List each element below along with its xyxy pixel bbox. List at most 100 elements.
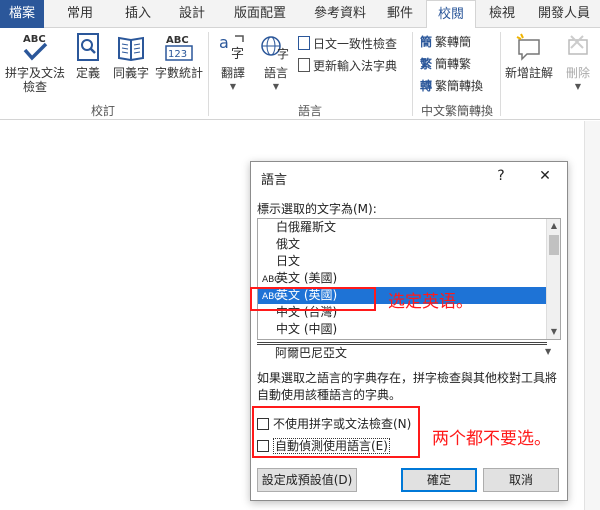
tab-home[interactable]: 常用 [58,0,102,28]
language-name: 英文 (美國) [276,271,338,285]
to-traditional-icon: 繁 [420,57,433,71]
tab-developer[interactable]: 開發人員 [530,0,598,28]
define-icon [70,30,106,66]
chinese-conversion-label: 繁簡轉換 [435,79,484,93]
language-name: 白俄羅斯文 [276,220,337,234]
tab-file[interactable]: 檔案 [0,0,44,28]
annotation-text-both-unchecked: 两个都不要选。 [432,429,551,449]
language-name: 阿爾巴尼亞文 [275,346,348,360]
list-item[interactable]: ABC英文 (美國) [258,270,546,287]
dialog-title: 語言 [261,173,288,188]
annotation-box-checkboxes [252,406,420,458]
group-label-proofing: 校訂 [90,104,115,118]
annotation-text-select-english: 选定英语。 [388,292,473,312]
ok-button[interactable]: 確定 [401,468,477,492]
thesaurus-button[interactable]: 同義字 [108,30,154,80]
word-count-num-text: 123 [168,49,187,60]
list-scrollbar[interactable]: ▲ ▼ [546,219,560,339]
ribbon-tab-bar: 檔案 常用 插入 設計 版面配置 參考資料 郵件 校閱 檢視 開發人員 [0,0,600,29]
spell-abc-text: ABC [23,34,46,45]
define-label: 定義 [75,66,100,80]
language-button[interactable]: 字 語言 ▼ [256,30,296,94]
svg-text:a: a [219,33,229,52]
spelling-grammar-label-1: 拼字及文法 [4,66,65,80]
dictionary-update-icon [298,58,310,72]
scroll-up-icon[interactable]: ▲ [547,219,560,233]
list-item[interactable]: 中文 (中國) [258,321,546,338]
language-name: 俄文 [276,237,301,251]
tab-references[interactable]: 參考資料 [306,0,374,28]
language-dropdown-icon[interactable]: ▼ [256,80,296,94]
group-label-chinese-conversion: 中文繁簡轉換 [420,104,493,118]
tab-insert[interactable]: 插入 [116,0,160,28]
group-label-language: 語言 [297,104,322,118]
description-line-2: 自動使用該種語言的字典。 [257,388,402,402]
delete-comment-label: 刪除 [565,66,590,80]
mark-language-prompt: 標示選取的文字為(M): [257,202,377,216]
chinese-conversion-button[interactable]: 轉繁簡轉換 [420,76,483,96]
thesaurus-label: 同義字 [112,66,149,80]
dictionary-description: 如果選取之語言的字典存在，拼字檢查與其他校對工具將 自動使用該種語言的字典。 [257,370,561,404]
new-comment-button[interactable]: 新增註解 [502,30,556,80]
language-name: 中文 (中國) [276,322,338,336]
tab-mailings[interactable]: 郵件 [380,0,420,28]
scroll-down-icon[interactable]: ▼ [547,325,560,339]
spelling-grammar-button[interactable]: ABC 拼字及文法 檢查 [2,30,68,94]
word-count-icon: ABC 123 [154,30,204,66]
tab-layout[interactable]: 版面配置 [226,0,294,28]
group-separator [412,32,413,116]
japanese-consistency-label: 日文一致性檢查 [313,37,398,51]
description-line-1: 如果選取之語言的字典存在，拼字檢查與其他校對工具將 [257,371,558,385]
list-item[interactable]: 阿爾巴尼亞文 [257,345,545,362]
tab-design[interactable]: 設計 [170,0,214,28]
define-button[interactable]: 定義 [70,30,106,80]
spelling-check-icon: ABC [2,30,68,66]
set-default-button[interactable]: 設定成預設值(D) [257,468,357,492]
cancel-button[interactable]: 取消 [483,468,559,492]
document-right-edge [584,121,600,510]
document-check-icon [298,36,310,50]
list-item[interactable]: 日文 [258,253,546,270]
annotation-box-language [250,287,376,311]
language-name: 日文 [276,254,301,268]
translate-label: 翻譯 [220,66,245,80]
language-label: 語言 [263,66,288,80]
tab-review[interactable]: 校閱 [426,0,476,29]
delete-comment-button[interactable]: 刪除 ▼ [558,30,598,94]
book-icon [108,30,154,66]
help-button[interactable]: ? [491,165,511,187]
update-ime-dictionary-button[interactable]: 更新輸入法字典 [298,56,397,76]
conversion-icon: 轉 [420,79,433,93]
translate-button[interactable]: a 字 翻譯 ▼ [212,30,254,94]
svg-text:字: 字 [231,47,244,62]
traditional-to-simplified-button[interactable]: 簡繁轉簡 [420,32,471,52]
word-count-button[interactable]: ABC 123 字數統計 [154,30,204,80]
delete-comment-icon [558,30,598,66]
update-ime-dictionary-label: 更新輸入法字典 [313,59,398,73]
list-item[interactable]: 白俄羅斯文 [258,219,546,236]
simplified-to-traditional-button[interactable]: 繁簡轉繁 [420,54,471,74]
dropdown-arrow-icon[interactable]: ▼ [545,347,551,356]
to-traditional-label: 簡轉繁 [435,57,472,71]
to-simplified-label: 繁轉簡 [435,35,472,49]
word-count-abc-text: ABC [166,35,189,46]
translate-dropdown-icon[interactable]: ▼ [212,80,254,94]
new-comment-label: 新增註解 [504,66,553,80]
to-simplified-icon: 簡 [420,35,433,49]
ribbon: ABC 拼字及文法 檢查 定義 同義字 ABC 123 字數統計 校訂 a 字 … [0,28,600,120]
translate-icon: a 字 [212,30,254,66]
group-separator [208,32,209,116]
word-count-label: 字數統計 [154,66,203,80]
delete-dropdown-icon[interactable]: ▼ [558,80,598,94]
list-item[interactable]: 俄文 [258,236,546,253]
japanese-consistency-button[interactable]: 日文一致性檢查 [298,34,397,54]
group-separator [500,32,501,116]
tab-view[interactable]: 檢視 [480,0,524,28]
svg-text:字: 字 [277,46,289,61]
language-list[interactable]: 白俄羅斯文 俄文 日文 ABC英文 (美國) ABC英文 (英國) 中文 (台灣… [257,218,561,340]
spelling-grammar-label-2: 檢查 [22,80,47,94]
scroll-thumb[interactable] [549,235,559,255]
close-button[interactable]: ✕ [533,165,557,187]
language-globe-icon: 字 [256,30,296,66]
new-comment-icon [502,30,556,66]
